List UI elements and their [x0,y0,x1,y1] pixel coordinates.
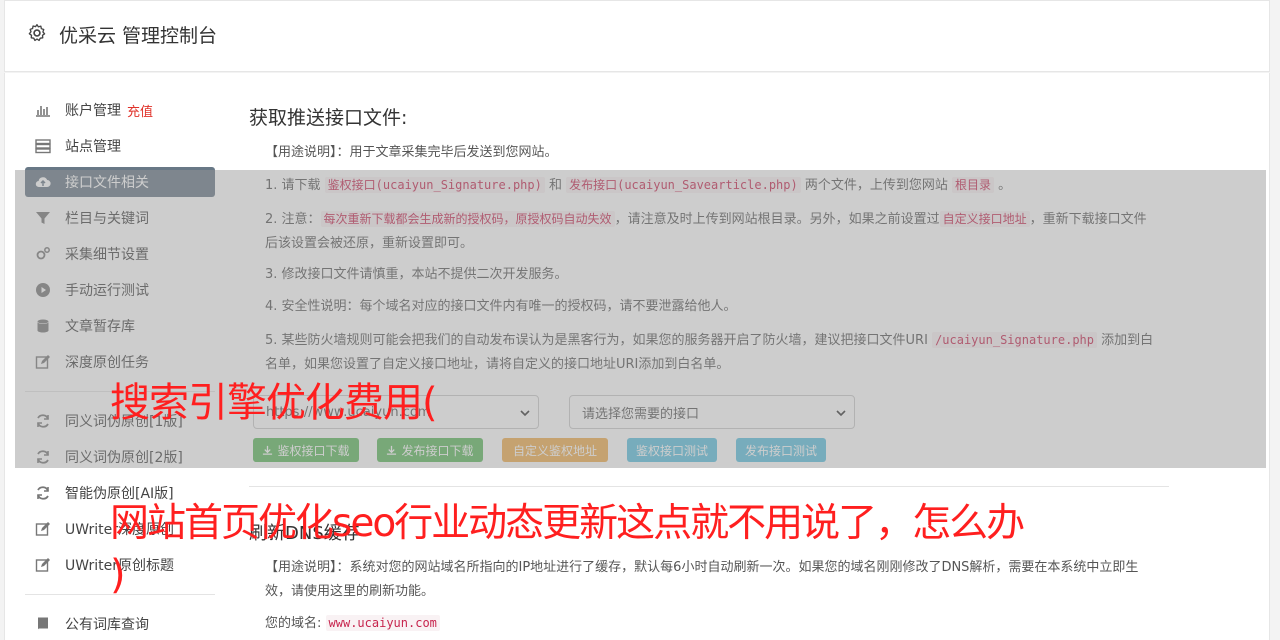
sidebar-item-label: 账户管理 [65,103,121,119]
overlay-text-line-2: 网站首页优化seo行业动态更新这点就不用说了，怎么办 [110,501,1025,546]
sidebar-item-public-lexicon[interactable]: 公有词库查询 [25,609,215,639]
sidebar-item-label: 站点管理 [65,139,121,155]
recharge-link[interactable]: 充值 [127,101,153,120]
refresh-icon [37,486,49,500]
dns-usage-note: 【用途说明】：系统对您的网站域名所指向的IP地址进行了缓存，默认每6小时自动刷新… [265,560,1139,599]
app-title: 优采云 管理控制台 [59,25,218,47]
sidebar-item-sites[interactable]: 站点管理 [25,131,215,161]
bar-chart-icon [36,106,50,117]
section-title-api-files: 获取推送接口文件: [249,107,408,129]
book-icon [37,617,48,631]
sidebar-item-account[interactable]: 账户管理 充值 [25,95,215,125]
server-icon [35,139,51,154]
section-divider [249,486,1169,487]
overlay-text-line-1: 搜索引擎优化费用( [110,380,438,426]
domain-label: 您的域名: [265,616,322,631]
overlay-text-line-3: ) [110,552,126,598]
gear-icon [28,24,46,42]
domain-value: www.ucaiyun.com [325,615,440,631]
usage-note: 【用途说明】：用于文章采集完毕后发送到您网站。 [265,145,558,160]
edit-icon [35,522,50,536]
domain-row: 您的域名: www.ucaiyun.com [265,611,1155,636]
edit-icon [35,558,50,572]
sidebar-item-label: 公有词库查询 [65,617,149,633]
top-header: 优采云 管理控制台 [4,0,1270,72]
